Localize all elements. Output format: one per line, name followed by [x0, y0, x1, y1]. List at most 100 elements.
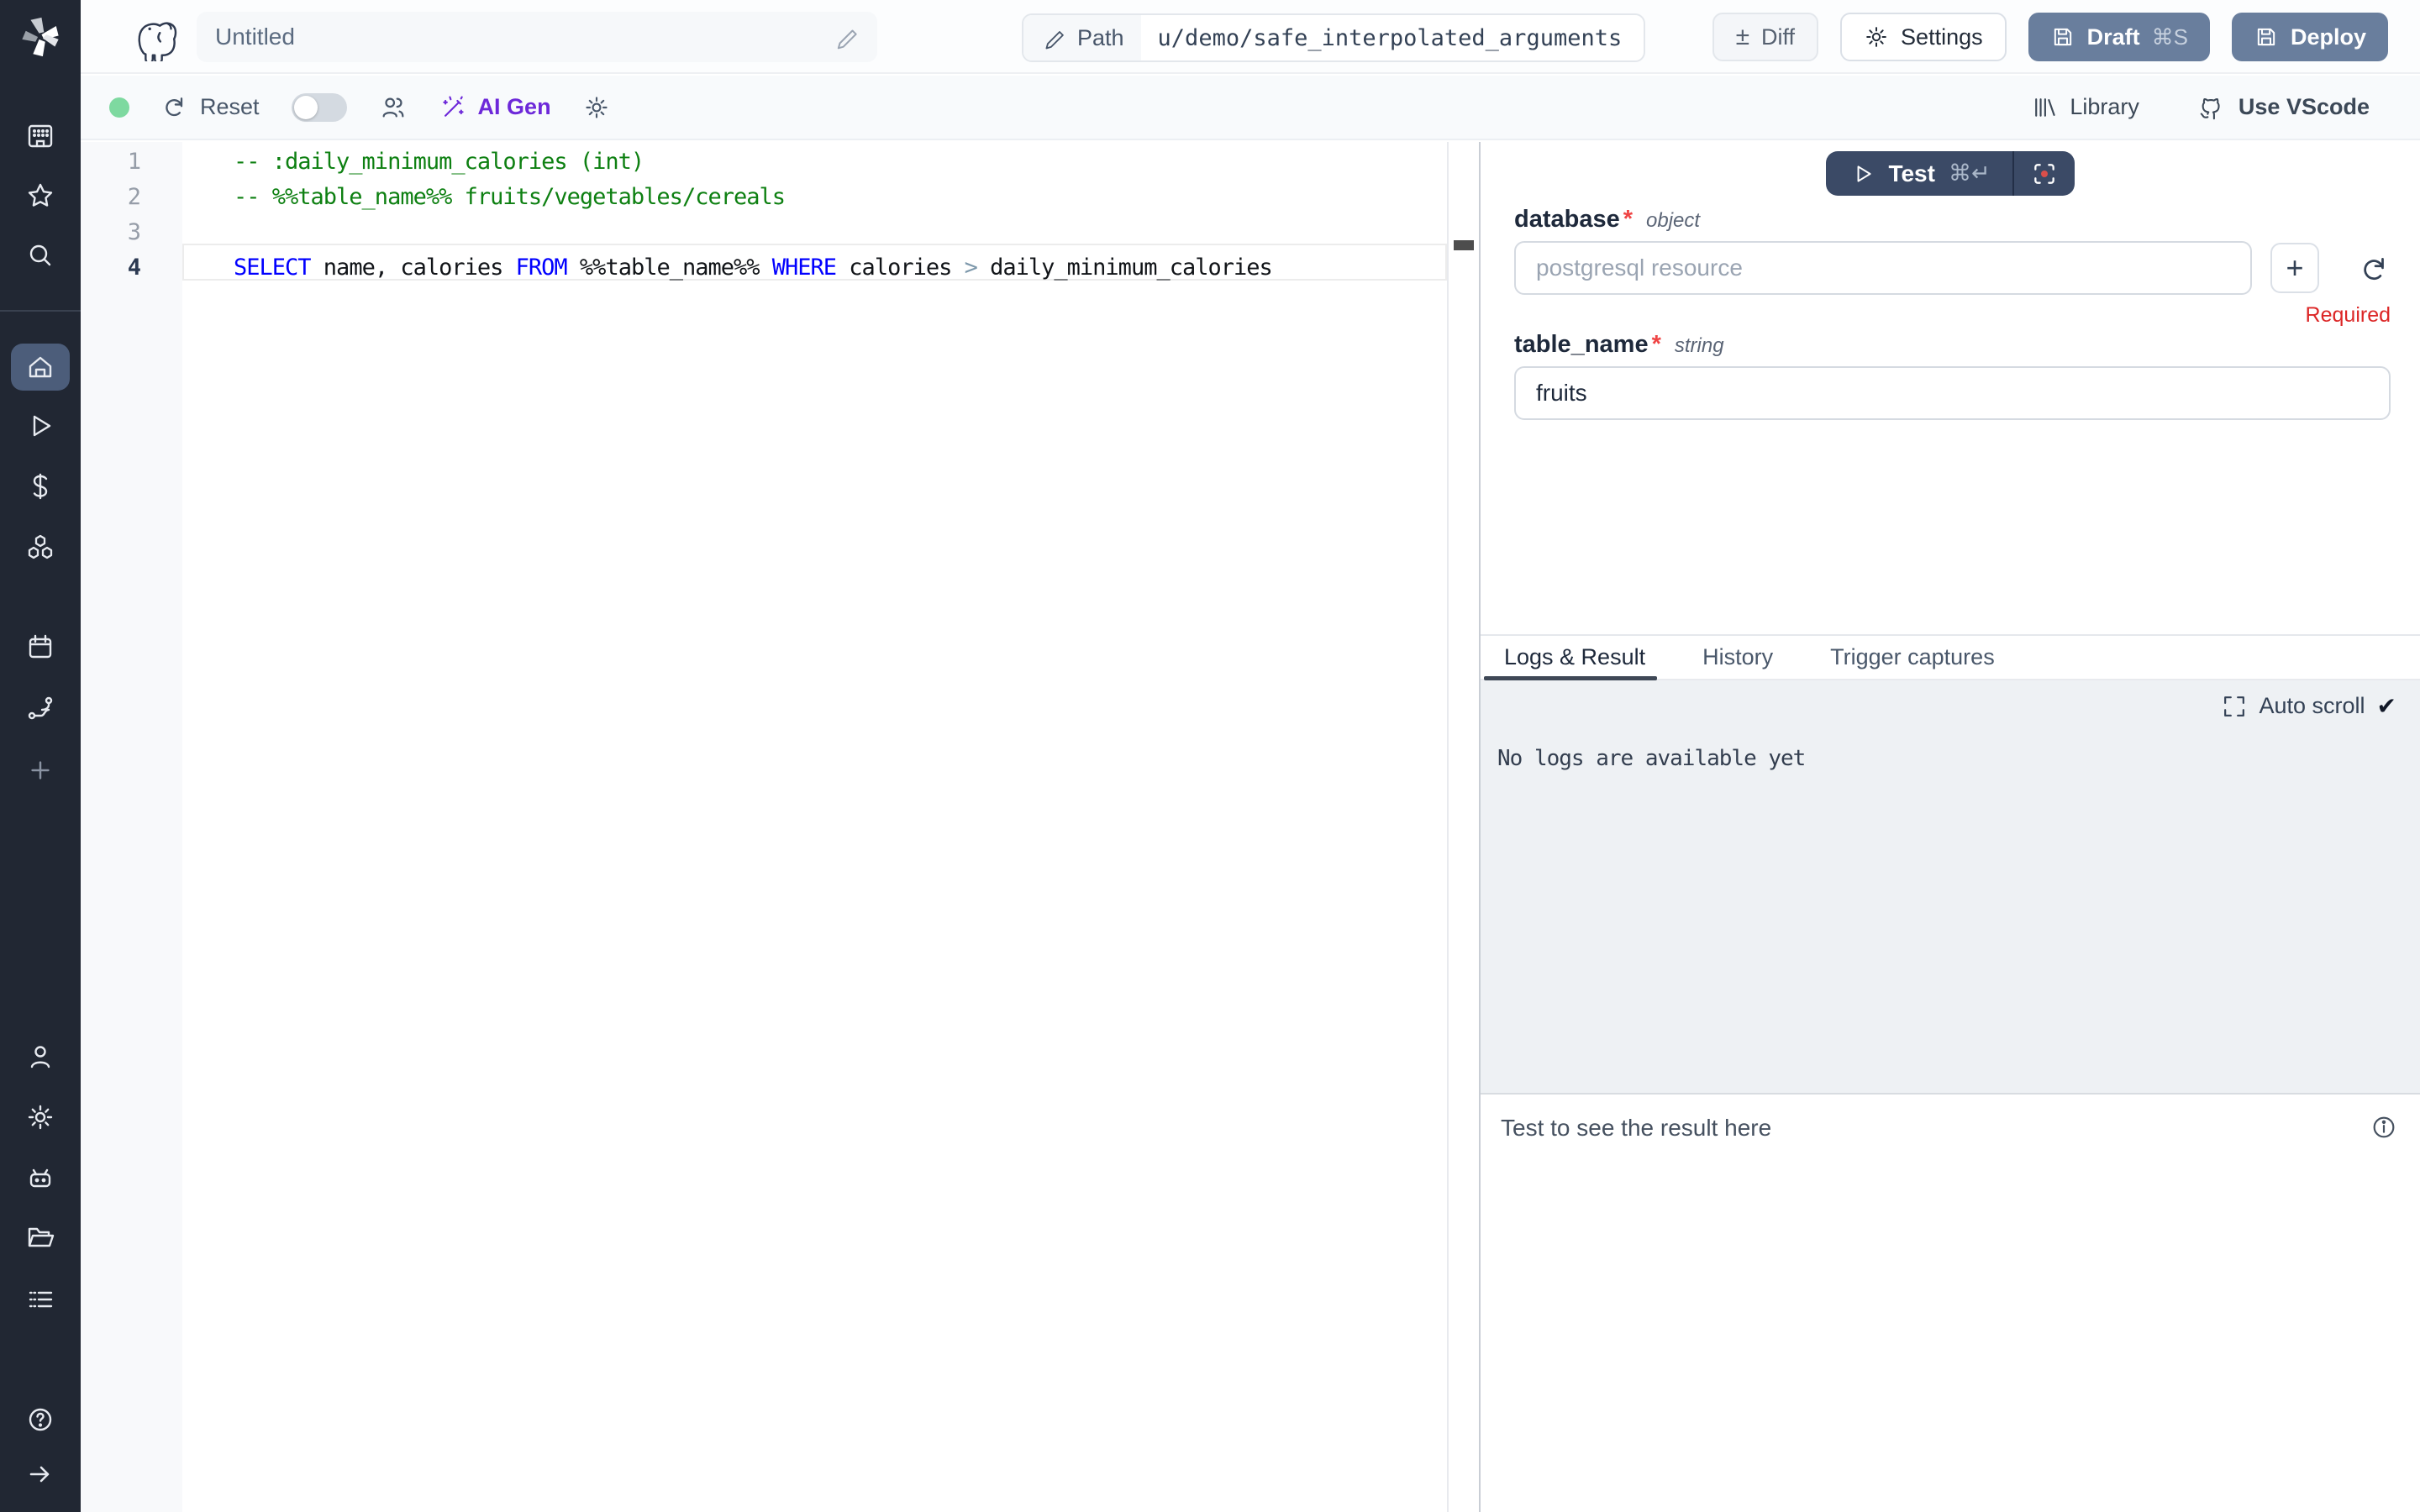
editor-settings-button[interactable]	[583, 94, 610, 121]
sidebar-item-folders[interactable]	[0, 1210, 81, 1264]
database-input[interactable]	[1514, 241, 2252, 295]
robot-icon	[25, 1163, 55, 1194]
sidebar-item-audit-logs[interactable]	[0, 1273, 81, 1326]
use-vscode-button[interactable]: Use VScode	[2198, 93, 2370, 122]
table-name-input[interactable]	[1514, 366, 2391, 420]
diff-button-label: Diff	[1761, 24, 1795, 50]
sidebar-item-user[interactable]	[0, 1030, 81, 1084]
users-icon	[379, 93, 408, 122]
code-line[interactable]: 1-- :daily_minimum_calories (int)	[81, 144, 1447, 179]
tab-trigger-captures[interactable]: Trigger captures	[1830, 644, 1995, 670]
play-icon	[25, 411, 55, 441]
workspace-icon	[25, 121, 55, 151]
code-editor[interactable]: 1-- :daily_minimum_calories (int)2-- %%t…	[81, 142, 1447, 1512]
auto-scroll-toggle[interactable]: Auto scroll ✔	[2222, 692, 2396, 720]
editor-gutter	[81, 142, 182, 1512]
code-line[interactable]: 2-- %%table_name%% fruits/vegetables/cer…	[81, 179, 1447, 214]
logs-pane: Auto scroll ✔ No logs are available yet	[1481, 680, 2420, 1093]
editor-scrollbar[interactable]	[1447, 142, 1479, 1512]
refresh-icon	[2359, 254, 2391, 286]
code-line-text: -- %%table_name%% fruits/vegetables/cere…	[141, 184, 785, 210]
capture-icon	[2031, 160, 2058, 187]
line-number: 3	[81, 219, 141, 245]
ai-gen-button[interactable]: AI Gen	[439, 94, 551, 121]
multiplayer-button[interactable]	[379, 93, 408, 122]
capture-test-button[interactable]	[2014, 151, 2075, 196]
sidebar-item-schedules[interactable]	[0, 621, 81, 675]
required-star: *	[1652, 331, 1661, 359]
tab-history[interactable]: History	[1702, 644, 1773, 670]
database-field-label: database* object	[1514, 206, 1700, 234]
code-line-text: -- :daily_minimum_calories (int)	[141, 149, 644, 175]
tab-logs-result[interactable]: Logs & Result	[1504, 644, 1645, 670]
code-line[interactable]: 4SELECT name, calories FROM %%table_name…	[81, 249, 1447, 285]
sidebar-divider	[0, 310, 81, 312]
route-icon	[25, 693, 55, 723]
path-chip[interactable]: Path u/demo/safe_interpolated_arguments	[1022, 13, 1645, 62]
result-tabs: Logs & Result History Trigger captures	[1481, 634, 2420, 680]
sidebar-item-help[interactable]	[0, 1393, 81, 1446]
code-lines: 1-- :daily_minimum_calories (int)2-- %%t…	[81, 144, 1447, 285]
scrollbar-marker	[1454, 240, 1474, 250]
deploy-button[interactable]: Deploy	[2232, 13, 2388, 61]
code-line[interactable]: 3	[81, 214, 1447, 249]
sidebar-item-runs[interactable]	[0, 399, 81, 453]
home-icon	[25, 352, 55, 382]
deploy-button-label: Deploy	[2291, 24, 2366, 50]
library-icon	[2031, 94, 2058, 121]
check-icon: ✔	[2377, 692, 2396, 720]
auto-scroll-label: Auto scroll	[2259, 693, 2365, 719]
draft-shortcut: ⌘S	[2152, 24, 2188, 50]
test-shortcut: ⌘↵	[1949, 160, 1991, 186]
field-name: database	[1514, 206, 1620, 234]
magic-wand-icon	[439, 94, 466, 121]
sidebar-item-workspace[interactable]	[0, 109, 81, 163]
info-circle-icon	[2370, 1113, 2398, 1142]
library-button[interactable]: Library	[2031, 94, 2139, 121]
sidebar-item-workers[interactable]	[0, 1152, 81, 1205]
expand-icon	[2222, 694, 2247, 719]
draft-button-label: Draft	[2087, 24, 2140, 50]
sidebar-item-settings[interactable]	[0, 1090, 81, 1144]
search-icon	[25, 241, 55, 271]
save-icon	[2254, 24, 2279, 50]
app-window: Untitled Path u/demo/safe_interpolated_a…	[0, 0, 2420, 1512]
sidebar-item-home[interactable]	[0, 340, 81, 394]
edit-pencil-icon[interactable]	[834, 24, 859, 50]
windmill-logo[interactable]	[0, 12, 81, 62]
test-button[interactable]: Test ⌘↵	[1826, 151, 2012, 196]
sidebar-item-favorites[interactable]	[0, 169, 81, 223]
test-button-label: Test	[1888, 160, 1935, 187]
topbar: Untitled Path u/demo/safe_interpolated_a…	[81, 0, 2420, 74]
calendar-icon	[25, 633, 55, 663]
library-label: Library	[2070, 94, 2139, 120]
info-icon[interactable]	[2370, 1113, 2398, 1146]
settings-button-label: Settings	[1901, 24, 1983, 50]
diff-mode-toggle[interactable]	[292, 93, 347, 122]
add-resource-button[interactable]: +	[2270, 243, 2319, 293]
settings-button[interactable]: Settings	[1840, 13, 2007, 61]
star-icon	[25, 181, 55, 211]
sidebar-item-variables[interactable]	[0, 459, 81, 513]
table-name-field-label: table_name* string	[1514, 331, 1724, 359]
refresh-icon	[161, 94, 188, 121]
sidebar-item-create[interactable]	[0, 743, 81, 797]
refresh-resources-button[interactable]	[2356, 251, 2393, 288]
play-icon	[1851, 162, 1875, 186]
sidebar-item-content-search[interactable]	[0, 229, 81, 283]
plus-icon	[26, 756, 55, 785]
diff-button[interactable]: ± Diff	[1712, 13, 1818, 61]
list-icon	[25, 1284, 55, 1315]
sidebar-item-flows[interactable]	[0, 681, 81, 735]
path-pencil-icon	[1042, 26, 1065, 50]
draft-button[interactable]: Draft ⌘S	[2028, 13, 2210, 61]
github-icon	[2198, 93, 2227, 122]
arrow-right-icon	[25, 1459, 55, 1489]
test-panel: Test ⌘↵ database* object +	[1481, 142, 2420, 1512]
sidebar-item-resources[interactable]	[0, 521, 81, 575]
sidebar-item-expand[interactable]	[0, 1447, 81, 1501]
required-star: *	[1623, 206, 1633, 234]
plus-icon: +	[2286, 250, 2303, 286]
script-title-field[interactable]: Untitled	[197, 12, 877, 62]
reset-button[interactable]: Reset	[161, 94, 260, 121]
